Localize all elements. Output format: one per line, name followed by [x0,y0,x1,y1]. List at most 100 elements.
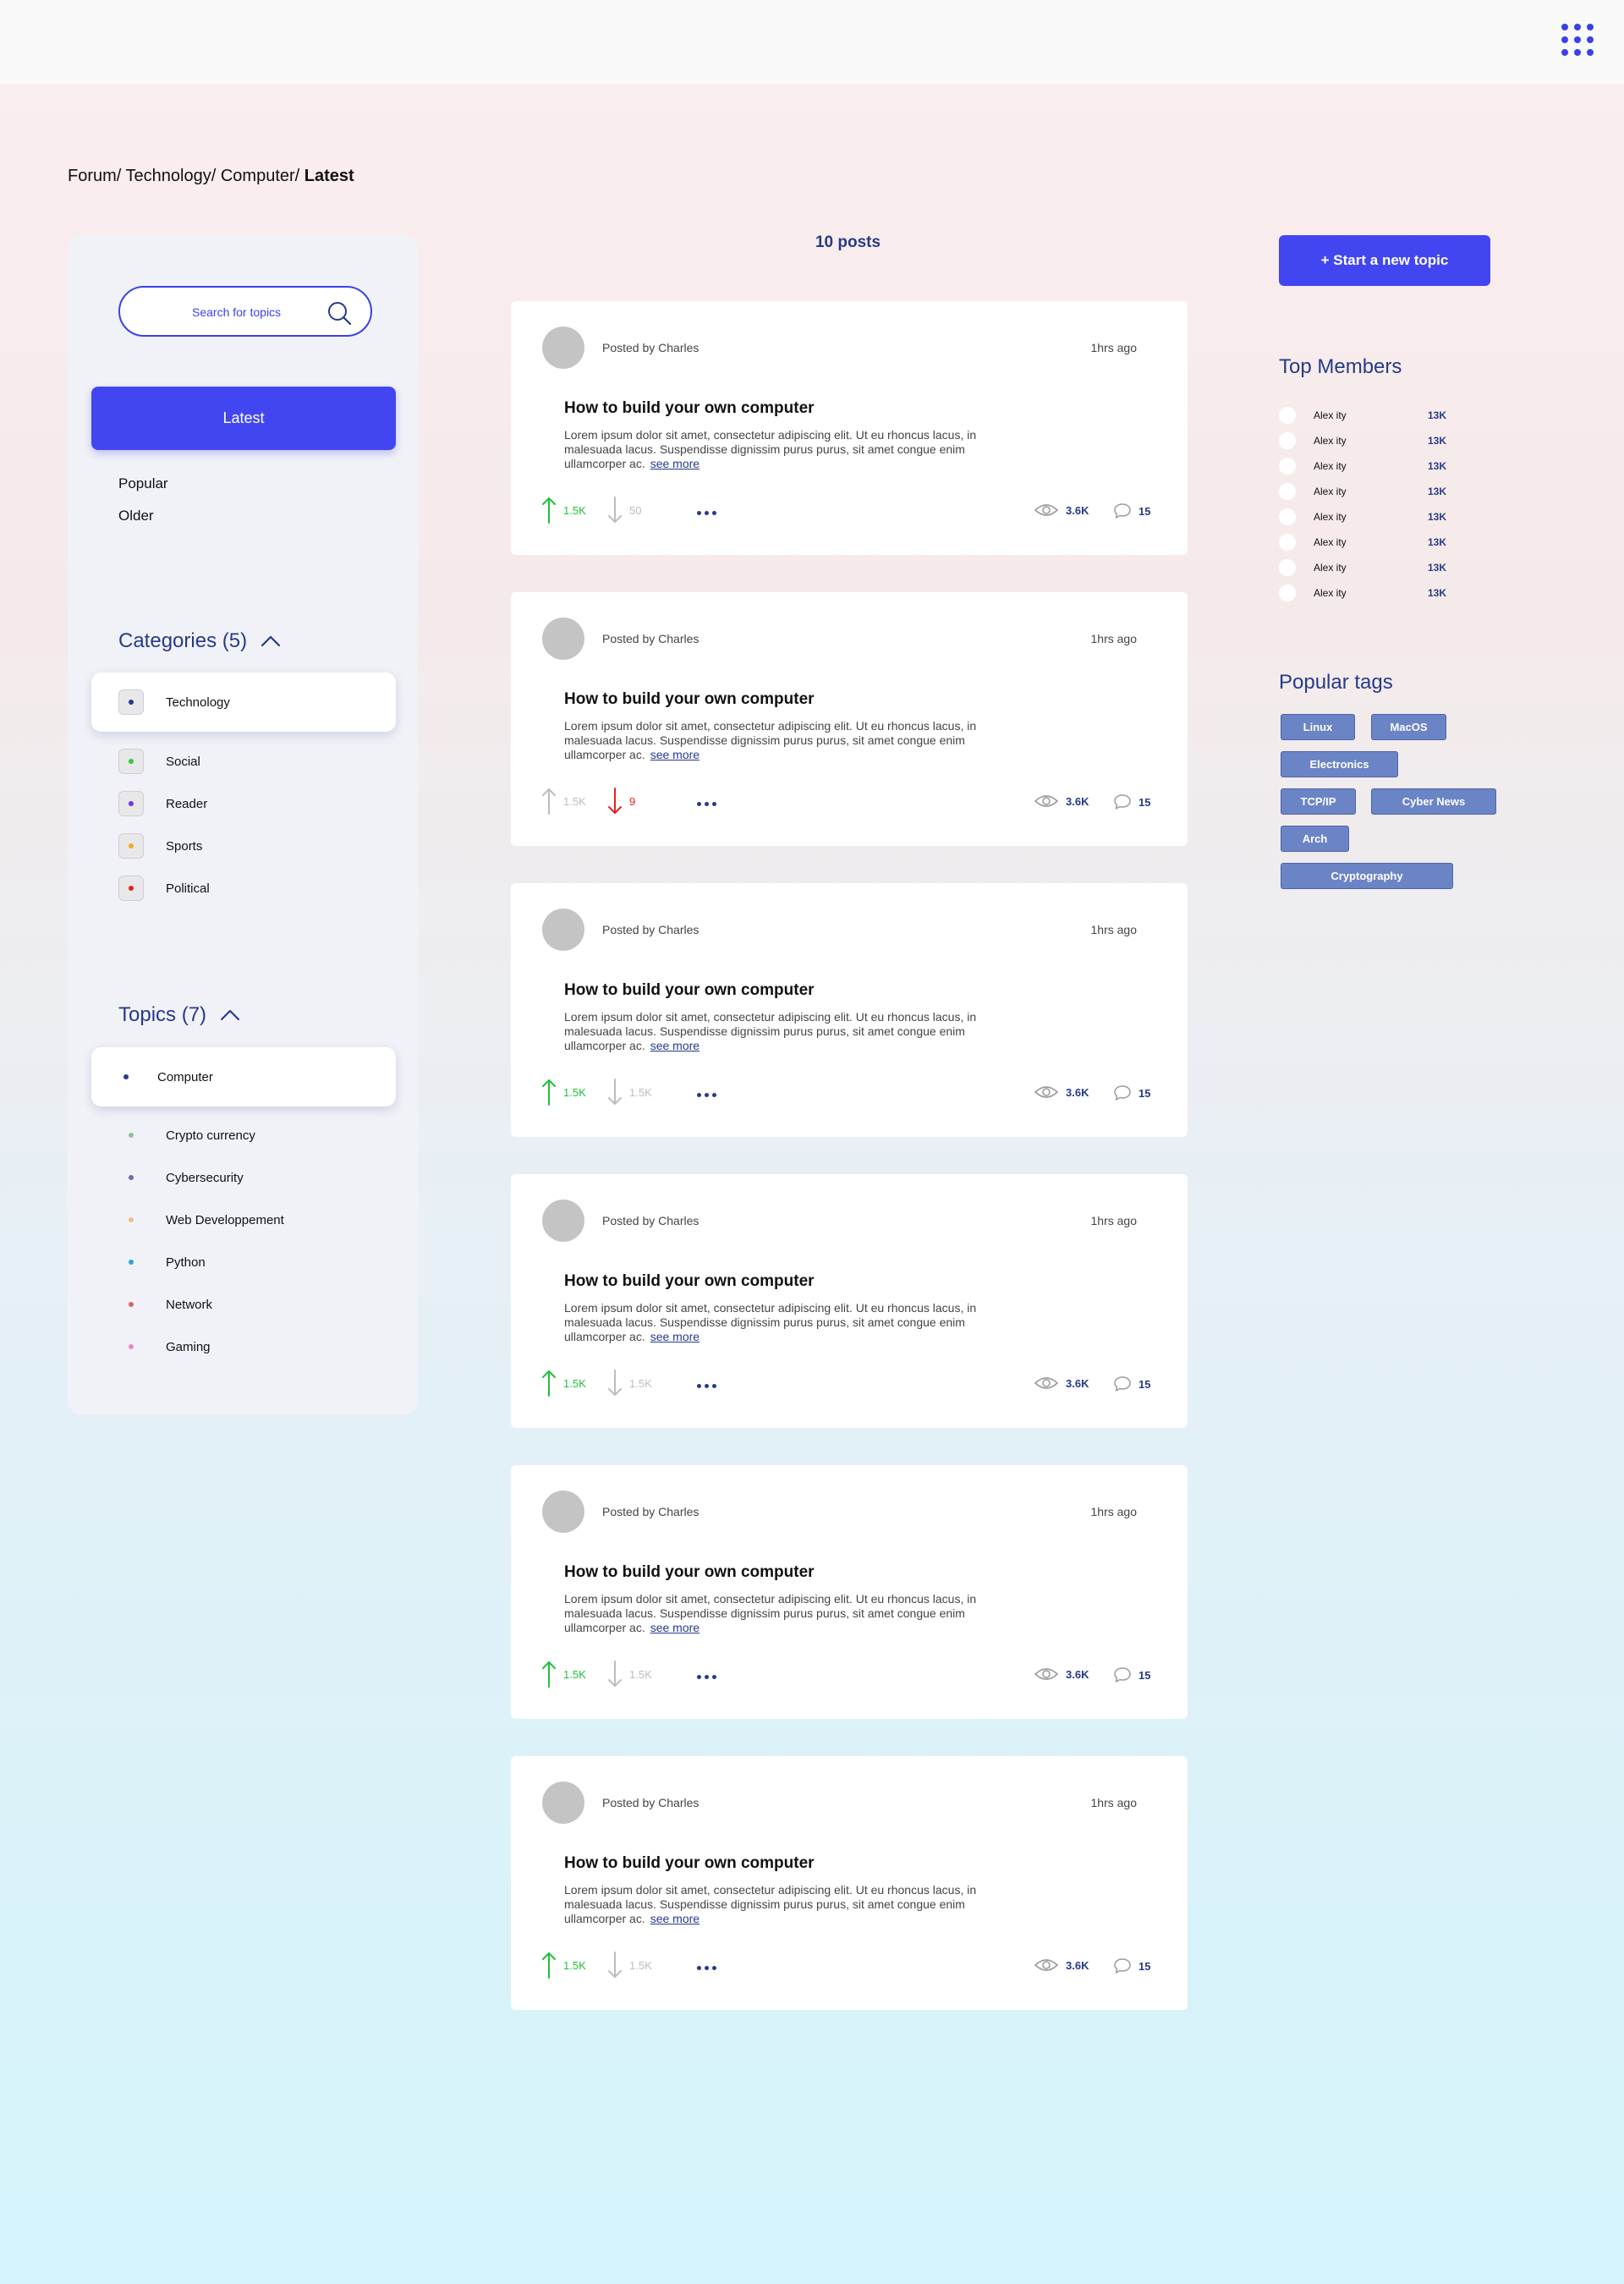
post-title[interactable]: How to build your own computer [564,981,815,1000]
search-icon[interactable] [326,300,352,326]
tag-tcp-ip[interactable]: TCP/IP [1281,788,1356,815]
breadcrumb-forum[interactable]: Forum/ [68,167,126,185]
views[interactable]: 3.6K [1034,1084,1089,1100]
member-row[interactable]: Alex ity 13K [1279,534,1446,551]
category-social[interactable]: Social [118,749,200,774]
member-row[interactable]: Alex ity 13K [1279,483,1446,500]
comments[interactable]: 15 [1113,1666,1150,1683]
comments[interactable]: 15 [1113,502,1150,519]
post-card[interactable]: Posted by Charles 1hrs ago How to build … [511,592,1188,846]
search-input[interactable]: Search for topics [118,286,372,337]
comments[interactable]: 15 [1113,793,1150,810]
topic-gaming[interactable]: Gaming [118,1337,211,1357]
post-title[interactable]: How to build your own computer [564,1563,815,1582]
tag-arch[interactable]: Arch [1281,826,1349,852]
see-more-link[interactable]: see more [650,1330,700,1343]
downvote-button[interactable]: 1.5K [607,1078,652,1106]
post-card[interactable]: Posted by Charles 1hrs ago How to build … [511,1465,1188,1719]
more-options-icon[interactable] [697,1093,716,1097]
avatar[interactable] [542,1491,584,1533]
views[interactable]: 3.6K [1034,502,1089,518]
member-row[interactable]: Alex ity 13K [1279,458,1446,475]
see-more-link[interactable]: see more [650,748,700,761]
upvote-button[interactable]: 1.5K [541,1369,586,1397]
post-card[interactable]: Posted by Charles 1hrs ago How to build … [511,1756,1188,2010]
downvote-button[interactable]: 50 [607,496,641,524]
sort-latest-button[interactable]: Latest [91,387,396,450]
arrow-down-icon [608,497,622,523]
views[interactable]: 3.6K [1034,1957,1089,1973]
downvote-button[interactable]: 1.5K [607,1660,652,1688]
downvote-button[interactable]: 9 [607,787,635,815]
comments-count: 15 [1138,1086,1151,1100]
downvote-button[interactable]: 1.5K [607,1369,652,1397]
see-more-link[interactable]: see more [650,457,700,470]
post-card[interactable]: Posted by Charles 1hrs ago How to build … [511,301,1188,555]
member-row[interactable]: Alex ity 13K [1279,508,1446,525]
comments[interactable]: 15 [1113,1957,1150,1974]
topic-python[interactable]: Python [118,1252,206,1272]
topic-web-developpement[interactable]: Web Developpement [118,1210,284,1230]
member-score: 13K [1428,435,1447,447]
tag-linux[interactable]: Linux [1281,714,1355,740]
tag-macos[interactable]: MacOS [1371,714,1446,740]
downvote-button[interactable]: 1.5K [607,1951,652,1979]
member-row[interactable]: Alex ity 13K [1279,432,1446,449]
more-options-icon[interactable] [697,511,716,515]
breadcrumb-technology[interactable]: Technology/ [126,167,221,185]
topic-computer[interactable]: Computer [91,1047,396,1106]
see-more-link[interactable]: see more [650,1912,700,1925]
avatar[interactable] [542,1782,584,1824]
views[interactable]: 3.6K [1034,1375,1089,1391]
category-checkbox[interactable] [118,833,144,859]
chevron-up-icon[interactable] [220,1009,240,1021]
more-options-icon[interactable] [697,1966,716,1970]
category-reader[interactable]: Reader [118,791,207,816]
upvote-button[interactable]: 1.5K [541,787,586,815]
comments[interactable]: 15 [1113,1084,1150,1101]
post-card[interactable]: Posted by Charles 1hrs ago How to build … [511,883,1188,1137]
views[interactable]: 3.6K [1034,793,1089,809]
breadcrumb-computer[interactable]: Computer/ [221,167,304,185]
category-checkbox[interactable] [118,876,144,901]
sort-popular-link[interactable]: Popular [118,475,168,492]
see-more-link[interactable]: see more [650,1621,700,1634]
more-options-icon[interactable] [697,1384,716,1388]
more-options-icon[interactable] [697,1675,716,1679]
start-new-topic-button[interactable]: + Start a new topic [1279,235,1490,286]
post-title[interactable]: How to build your own computer [564,690,815,709]
category-sports[interactable]: Sports [118,833,202,859]
avatar[interactable] [542,1200,584,1242]
tag-cyber-news[interactable]: Cyber News [1371,788,1496,815]
more-options-icon[interactable] [697,802,716,806]
category-technology[interactable]: Technology [91,673,396,732]
member-row[interactable]: Alex ity 13K [1279,407,1446,424]
tag-electronics[interactable]: Electronics [1281,751,1398,777]
chevron-up-icon[interactable] [261,635,281,647]
views[interactable]: 3.6K [1034,1666,1089,1682]
category-political[interactable]: Political [118,876,210,901]
avatar[interactable] [542,618,584,660]
topic-crypto-currency[interactable]: Crypto currency [118,1125,255,1145]
member-row[interactable]: Alex ity 13K [1279,559,1446,576]
upvote-button[interactable]: 1.5K [541,1078,586,1106]
avatar[interactable] [542,909,584,951]
upvote-button[interactable]: 1.5K [541,496,586,524]
avatar[interactable] [542,327,584,369]
post-title[interactable]: How to build your own computer [564,1272,815,1291]
upvote-button[interactable]: 1.5K [541,1660,586,1688]
topic-cybersecurity[interactable]: Cybersecurity [118,1167,244,1188]
upvote-button[interactable]: 1.5K [541,1951,586,1979]
category-checkbox[interactable] [118,749,144,774]
post-title[interactable]: How to build your own computer [564,399,815,418]
topic-network[interactable]: Network [118,1294,212,1315]
sort-older-link[interactable]: Older [118,508,154,524]
post-card[interactable]: Posted by Charles 1hrs ago How to build … [511,1174,1188,1428]
member-row[interactable]: Alex ity 13K [1279,585,1446,601]
comments[interactable]: 15 [1113,1375,1150,1392]
apps-grid-icon[interactable] [1561,24,1594,56]
category-checkbox[interactable] [118,791,144,816]
tag-cryptography[interactable]: Cryptography [1281,863,1453,889]
post-title[interactable]: How to build your own computer [564,1854,815,1873]
see-more-link[interactable]: see more [650,1039,700,1052]
